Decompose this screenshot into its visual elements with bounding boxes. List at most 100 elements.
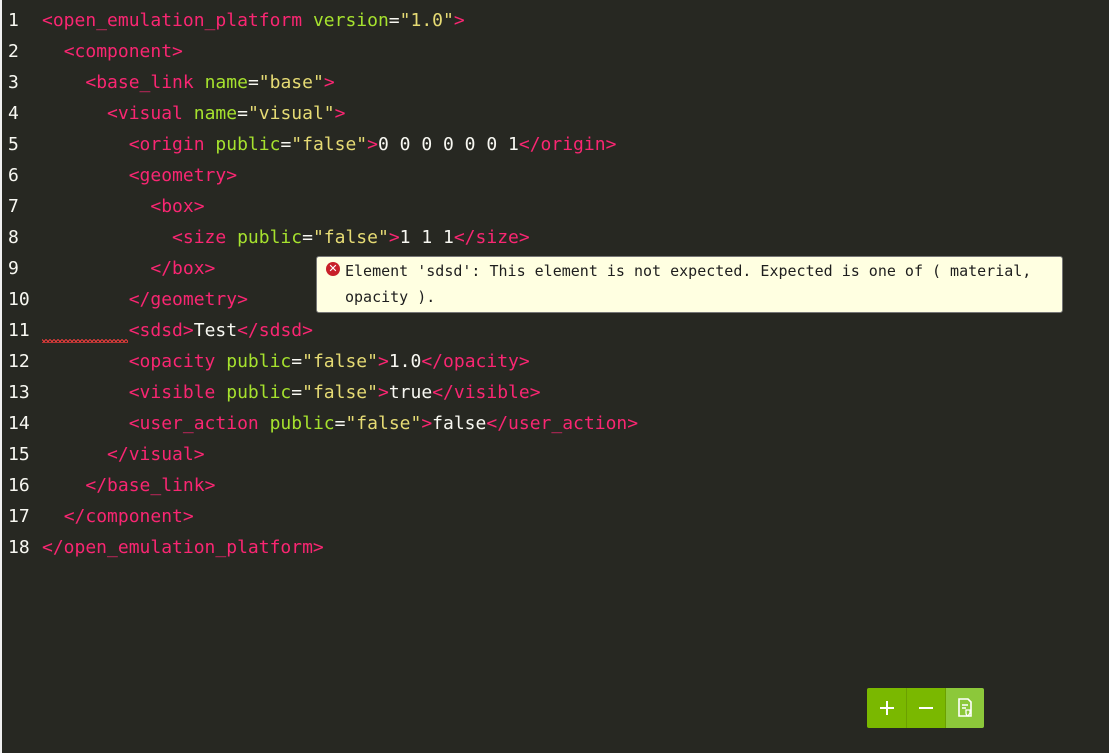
validate-button[interactable]	[945, 688, 984, 728]
token-attr: public	[226, 351, 292, 372]
token-tag: <size	[172, 227, 238, 248]
plus-icon	[879, 701, 894, 715]
token-str: "false"	[291, 134, 368, 155]
minus-icon	[919, 707, 933, 709]
error-message-line-2: opacity ).	[345, 288, 436, 306]
token-op: =	[334, 413, 346, 434]
line-number: 16	[8, 475, 30, 496]
token-op: =	[280, 134, 292, 155]
token-tag: <sdsd>	[128, 320, 194, 341]
line-code: <visible public="false">true</visible>	[42, 377, 541, 408]
token-txt: false	[432, 413, 487, 434]
line-code: <size public="false">1 1 1</size>	[42, 222, 530, 253]
token-attr: public	[226, 382, 292, 403]
line-code: </component>	[42, 501, 194, 532]
line-number: 6	[8, 165, 19, 186]
token-op: =	[388, 10, 400, 31]
token-tag: </user_action>	[486, 413, 639, 434]
token-tag: <box>	[150, 196, 205, 217]
xml-code-editor[interactable]: 1 <open_emulation_platform version="1.0">…	[2, 0, 1109, 753]
token-tag: <component>	[63, 41, 183, 62]
token-op: =	[291, 351, 303, 372]
line-number: 15	[8, 444, 30, 465]
line-number: 14	[8, 413, 30, 434]
token-tag: <visual	[107, 103, 194, 124]
token-attr: public	[215, 134, 281, 155]
token-tag: </sdsd>	[237, 320, 313, 341]
line-code: <box>	[42, 191, 205, 222]
token-tag: </size>	[453, 227, 530, 248]
token-tag: </base_link>	[85, 475, 216, 496]
token-tag: >	[377, 351, 389, 372]
line-code: <user_action public="false">false</user_…	[42, 408, 638, 439]
line-code: </open_emulation_platform>	[42, 532, 324, 563]
zoom-out-button[interactable]	[906, 688, 945, 728]
line-number: 2	[8, 41, 19, 62]
line-code: <opacity public="false">1.0</opacity>	[42, 346, 530, 377]
line-code: <geometry>	[42, 160, 237, 191]
token-str: "false"	[312, 227, 389, 248]
validate-document-icon	[958, 698, 972, 717]
editor-toolbar	[867, 688, 984, 728]
token-op: =	[237, 103, 248, 124]
line-number: 17	[8, 506, 30, 527]
token-txt: true	[388, 382, 433, 403]
token-tag: >	[323, 72, 335, 93]
error-tooltip: ✕ Element 'sdsd': This element is not ex…	[316, 256, 1063, 313]
token-tag: <visible	[128, 382, 227, 403]
token-tag: <open_emulation_platform	[42, 10, 313, 31]
token-tag: <opacity	[128, 351, 227, 372]
line-number: 4	[8, 103, 19, 124]
token-tag: </visual>	[107, 444, 205, 465]
line-code: <open_emulation_platform version="1.0">	[42, 5, 465, 36]
token-tag: >	[377, 382, 389, 403]
token-op: =	[247, 72, 259, 93]
token-tag: </component>	[63, 506, 194, 527]
error-underline	[42, 339, 128, 343]
token-attr: public	[269, 413, 335, 434]
line-code: </visual>	[42, 439, 205, 470]
token-attr: name	[193, 103, 238, 124]
token-tag: <user_action	[128, 413, 270, 434]
line-number: 18	[8, 537, 30, 558]
line-number: 7	[8, 196, 19, 217]
token-str: "base"	[258, 72, 324, 93]
token-str: "false"	[302, 351, 378, 372]
token-tag: >	[388, 227, 400, 248]
line-number: 3	[8, 72, 19, 93]
token-tag: <origin	[128, 134, 216, 155]
token-tag: <base_link	[85, 72, 205, 93]
token-str: "false"	[302, 382, 378, 403]
token-op: =	[291, 382, 303, 403]
token-tag: <geometry>	[128, 165, 238, 186]
token-attr: public	[237, 227, 303, 248]
token-tag: >	[421, 413, 433, 434]
error-icon: ✕	[326, 262, 340, 276]
line-number: 12	[8, 351, 30, 372]
line-code: <visual name="visual">	[42, 98, 345, 129]
token-tag: </box>	[150, 258, 216, 279]
line-number: 8	[8, 227, 19, 248]
token-tag: </open_emulation_platform>	[42, 537, 324, 558]
token-attr: name	[204, 72, 248, 93]
line-number: 10	[8, 289, 30, 310]
token-tag: </origin>	[518, 134, 617, 155]
line-number: 13	[8, 382, 30, 403]
token-tag: >	[334, 103, 346, 124]
zoom-in-button[interactable]	[867, 688, 906, 728]
error-message-line-1: Element 'sdsd': This element is not expe…	[345, 262, 1032, 280]
line-code: <base_link name="base">	[42, 67, 335, 98]
line-number: 9	[8, 258, 19, 279]
token-txt: 0 0 0 0 0 0 1	[377, 134, 519, 155]
token-attr: version	[312, 10, 389, 31]
line-code: <component>	[42, 36, 183, 67]
token-str: "false"	[345, 413, 422, 434]
line-code: </geometry>	[42, 284, 248, 315]
line-code: <origin public="false">0 0 0 0 0 0 1</or…	[42, 129, 617, 160]
token-str: "1.0"	[399, 10, 454, 31]
token-tag: </visible>	[432, 382, 541, 403]
token-tag: </geometry>	[128, 289, 248, 310]
token-txt: 1.0	[388, 351, 422, 372]
token-txt: Test	[193, 320, 238, 341]
token-txt: 1 1 1	[399, 227, 454, 248]
